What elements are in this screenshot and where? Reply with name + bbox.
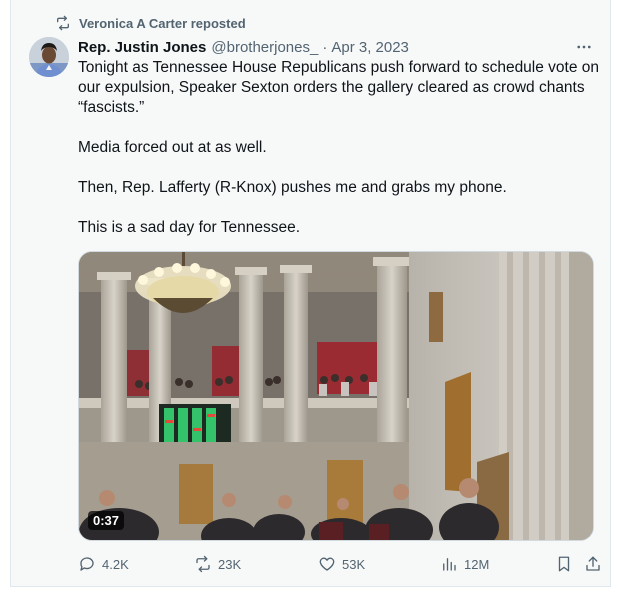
more-icon — [577, 45, 591, 49]
share-button[interactable] — [584, 553, 602, 575]
video-duration: 0:37 — [88, 511, 125, 530]
like-count: 53K — [342, 556, 366, 572]
header-separator: · — [322, 38, 328, 56]
author-handle[interactable]: @brotherjones_ — [211, 39, 318, 56]
author-name[interactable]: Rep. Justin Jones — [78, 39, 206, 56]
repost-icon — [57, 15, 69, 31]
video-frame — [79, 252, 593, 540]
avatar[interactable] — [29, 37, 69, 77]
views-button[interactable]: 12M — [440, 553, 489, 575]
reply-count: 4.2K — [102, 556, 129, 572]
more-options-button[interactable] — [572, 37, 596, 57]
bookmark-icon — [558, 556, 570, 572]
reply-button[interactable]: 4.2K — [78, 553, 129, 575]
video-player[interactable]: 0:37 — [78, 251, 594, 541]
bookmark-button[interactable] — [555, 553, 573, 575]
repost-context[interactable]: Veronica A Carter reposted — [55, 14, 246, 32]
repost-icon — [196, 555, 210, 573]
like-button[interactable]: 53K — [318, 553, 365, 575]
tweet-date[interactable]: Apr 3, 2023 — [331, 39, 409, 56]
tweet-card[interactable]: Veronica A Carter reposted Rep. Justin J… — [10, 0, 611, 587]
tweet-text: Tonight as Tennessee House Republicans p… — [78, 59, 600, 236]
tweet-header: Rep. Justin Jones @brotherjones_ · Apr 3… — [78, 37, 598, 57]
share-icon — [586, 556, 600, 571]
repost-count: 23K — [218, 556, 242, 572]
repost-button[interactable]: 23K — [194, 553, 241, 575]
avatar-image — [29, 37, 69, 77]
reply-icon — [80, 557, 94, 571]
bar-chart-icon — [443, 558, 456, 571]
tweet-actions: 4.2K 23K 53K 12M — [78, 553, 608, 575]
view-count: 12M — [464, 556, 490, 572]
repost-label: Veronica A Carter reposted — [79, 15, 246, 31]
heart-icon — [319, 557, 335, 571]
